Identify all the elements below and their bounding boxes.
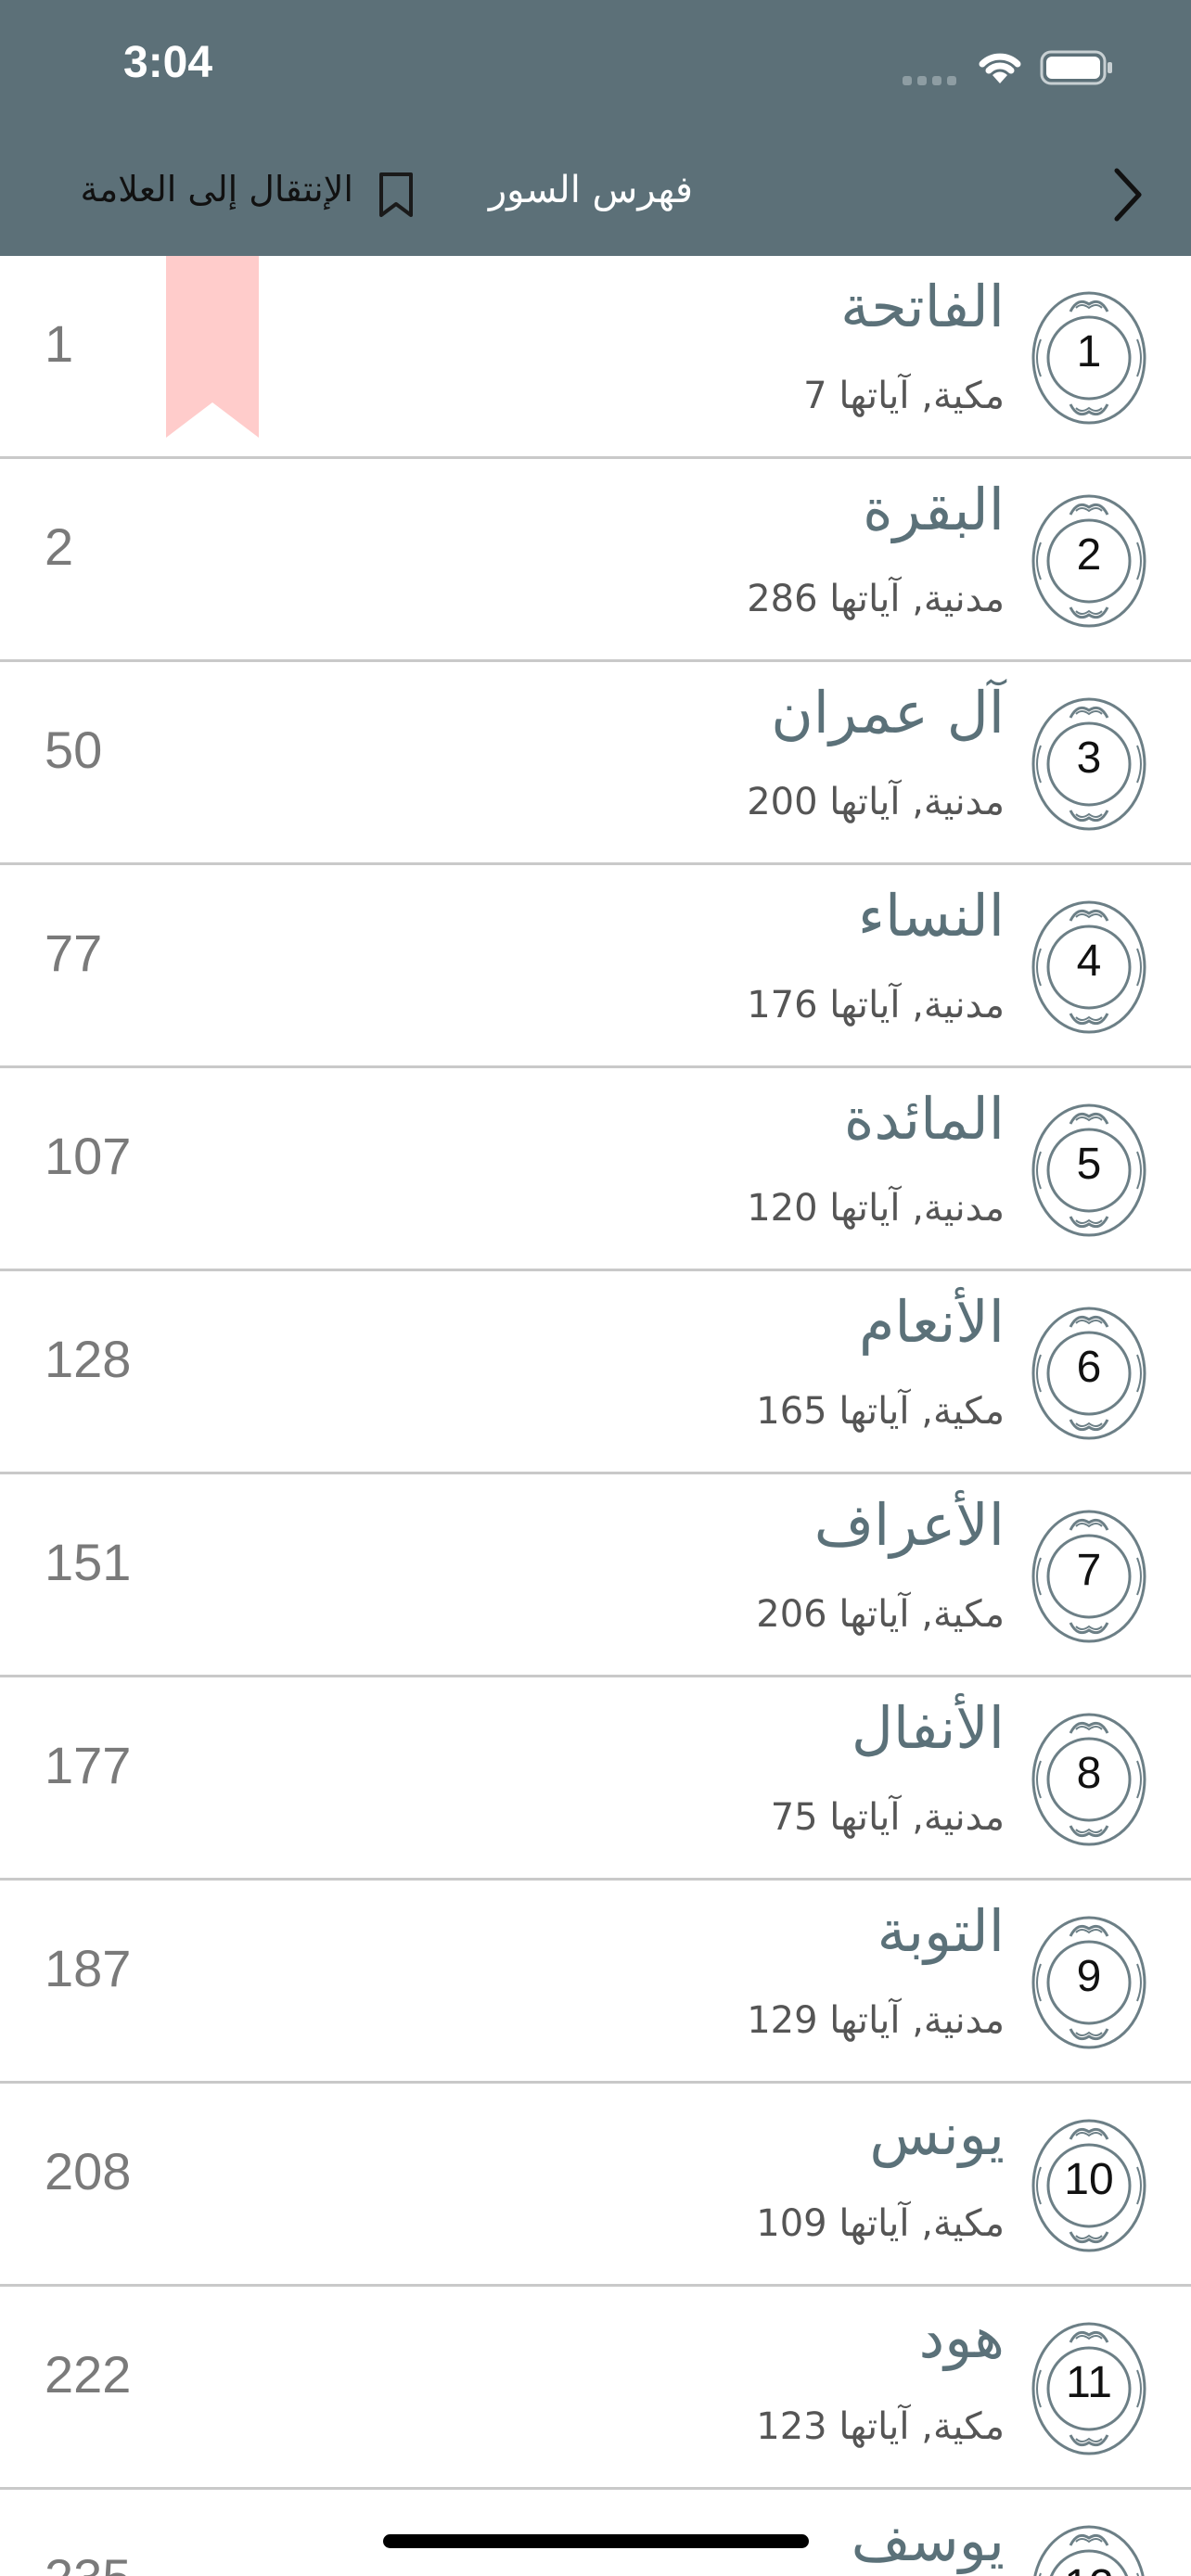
surah-name: النساء xyxy=(857,882,1005,950)
surah-number: 12 xyxy=(1030,2560,1148,2576)
surah-page-number: 107 xyxy=(45,1127,132,1185)
surah-name: المائدة xyxy=(843,1085,1005,1153)
surah-row[interactable]: 235 يوسف 12 xyxy=(0,2490,1191,2576)
surah-info: مدنية, آياتها 286 xyxy=(747,578,1005,620)
bookmark-ribbon xyxy=(166,256,259,438)
navigation-header: 3:04 الإنتقال إلى العلامة فهرس السور xyxy=(0,0,1191,256)
surah-name: البقرة xyxy=(863,476,1005,543)
page-title: فهرس السور xyxy=(488,169,693,211)
surah-name: الأنعام xyxy=(858,1288,1005,1356)
surah-page-number: 222 xyxy=(45,2345,132,2404)
surah-number: 9 xyxy=(1076,1952,1102,2001)
surah-info: مكية, آياتها 7 xyxy=(803,375,1005,417)
surah-number: 7 xyxy=(1076,1546,1102,1595)
nav-bar: الإنتقال إلى العلامة فهرس السور xyxy=(0,158,1191,232)
surah-page-number: 128 xyxy=(45,1330,132,1388)
surah-name: يوسف xyxy=(851,2506,1005,2574)
surah-name: يونس xyxy=(869,2100,1005,2168)
bookmark-icon[interactable] xyxy=(376,171,416,219)
status-time: 3:04 xyxy=(123,38,213,87)
surah-row[interactable]: 2 البقرة مدنية, آياتها 286 2 xyxy=(0,459,1191,662)
surah-page-number: 50 xyxy=(45,721,103,779)
surah-number: 1 xyxy=(1076,327,1102,376)
surah-row[interactable]: 222 هود مكية, آياتها 123 11 xyxy=(0,2287,1191,2490)
surah-name: الأنفال xyxy=(851,1694,1005,1762)
surah-info: مدنية, آياتها 75 xyxy=(770,1796,1005,1839)
wifi-icon xyxy=(979,53,1021,83)
surah-number: 5 xyxy=(1076,1140,1102,1189)
surah-page-number: 177 xyxy=(45,1736,132,1794)
surah-number: 8 xyxy=(1076,1749,1102,1798)
surah-info: مكية, آياتها 206 xyxy=(756,1593,1005,1636)
surah-row[interactable]: 50 آل عمران مدنية, آياتها 200 3 xyxy=(0,662,1191,865)
surah-name: الأعراف xyxy=(813,1491,1005,1559)
surah-row[interactable]: 208 يونس مكية, آياتها 109 10 xyxy=(0,2084,1191,2287)
surah-name: الفاتحة xyxy=(840,273,1005,340)
surah-info: مكية, آياتها 165 xyxy=(756,1390,1005,1433)
surah-page-number: 1 xyxy=(45,314,74,373)
surah-number: 6 xyxy=(1076,1343,1102,1392)
surah-page-number: 235 xyxy=(45,2547,131,2576)
goto-bookmark-button[interactable]: الإنتقال إلى العلامة xyxy=(80,169,353,210)
home-indicator xyxy=(383,2534,809,2548)
surah-number: 11 xyxy=(1066,2358,1112,2407)
surah-row[interactable]: 151 الأعراف مكية, آياتها 206 7 xyxy=(0,1474,1191,1677)
surah-name: التوبة xyxy=(877,1897,1005,1965)
surah-page-number: 77 xyxy=(45,924,103,982)
surah-info: مكية, آياتها 109 xyxy=(756,2202,1005,2245)
surah-info: مدنية, آياتها 200 xyxy=(747,781,1005,823)
surah-row[interactable]: 107 المائدة مدنية, آياتها 120 5 xyxy=(0,1068,1191,1271)
surah-page-number: 187 xyxy=(45,1939,132,1997)
surah-row[interactable]: 177 الأنفال مدنية, آياتها 75 8 xyxy=(0,1677,1191,1881)
surah-row[interactable]: 128 الأنعام مكية, آياتها 165 6 xyxy=(0,1271,1191,1474)
chevron-right-icon[interactable] xyxy=(1109,165,1146,224)
surah-page-number: 208 xyxy=(45,2142,132,2200)
surah-info: مدنية, آياتها 176 xyxy=(747,984,1005,1027)
surah-info: مدنية, آياتها 129 xyxy=(747,1999,1005,2042)
surah-number: 3 xyxy=(1076,733,1102,783)
surah-number: 4 xyxy=(1076,937,1102,986)
battery-icon xyxy=(1040,50,1112,85)
surah-number: 2 xyxy=(1076,530,1102,580)
surah-page-number: 2 xyxy=(45,517,74,576)
surah-name: هود xyxy=(918,2303,1005,2371)
surah-name: آل عمران xyxy=(771,679,1005,746)
cellular-signal-icon xyxy=(903,76,956,85)
surah-row[interactable]: 77 النساء مدنية, آياتها 176 4 xyxy=(0,865,1191,1068)
surah-number: 10 xyxy=(1064,2155,1114,2204)
surah-page-number: 151 xyxy=(45,1533,132,1591)
surah-info: مدنية, آياتها 120 xyxy=(747,1187,1005,1230)
surah-row[interactable]: 187 التوبة مدنية, آياتها 129 9 xyxy=(0,1881,1191,2084)
surah-info: مكية, آياتها 123 xyxy=(756,2405,1005,2448)
